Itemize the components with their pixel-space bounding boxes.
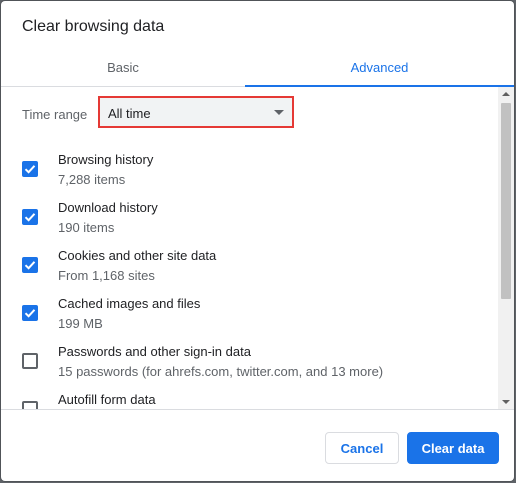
checkbox-checked-icon[interactable] xyxy=(22,161,38,177)
tab-advanced[interactable]: Advanced xyxy=(245,48,514,87)
option-subtitle: 199 MB xyxy=(58,316,103,331)
settings-list[interactable]: Time range All time Browsing history 7,2… xyxy=(1,87,498,409)
option-subtitle: 190 items xyxy=(58,220,115,235)
checkbox-checked-icon[interactable] xyxy=(22,305,38,321)
option-title: Passwords and other sign-in data xyxy=(58,344,251,359)
option-autofill[interactable]: Autofill form data xyxy=(1,392,498,409)
tab-bar: Basic Advanced xyxy=(1,48,514,87)
option-title: Cached images and files xyxy=(58,296,201,311)
scroll-down-arrow-icon[interactable] xyxy=(498,395,514,409)
option-download-history[interactable]: Download history 190 items xyxy=(1,200,498,248)
option-subtitle: 15 passwords (for ahrefs.com, twitter.co… xyxy=(58,364,384,379)
tab-basic[interactable]: Basic xyxy=(1,48,245,86)
option-subtitle: From 1,168 sites xyxy=(58,268,155,283)
dialog-title: Clear browsing data xyxy=(22,18,165,35)
option-title: Autofill form data xyxy=(58,392,156,407)
option-cookies[interactable]: Cookies and other site data From 1,168 s… xyxy=(1,248,498,296)
scrollbar-thumb[interactable] xyxy=(501,103,511,299)
dropdown-arrow-icon xyxy=(274,110,284,115)
clear-data-button[interactable]: Clear data xyxy=(407,432,499,464)
option-subtitle: 7,288 items xyxy=(58,172,126,187)
option-passwords[interactable]: Passwords and other sign-in data 15 pass… xyxy=(1,344,498,392)
option-browsing-history[interactable]: Browsing history 7,288 items xyxy=(1,152,498,200)
checkbox-checked-icon[interactable] xyxy=(22,257,38,273)
checkbox-unchecked-icon[interactable] xyxy=(22,353,38,369)
scroll-up-arrow-icon[interactable] xyxy=(498,87,514,101)
scrollbar[interactable] xyxy=(498,87,514,409)
time-range-select[interactable]: All time xyxy=(98,96,294,128)
checkbox-checked-icon[interactable] xyxy=(22,209,38,225)
clear-browsing-data-dialog: Clear browsing data Basic Advanced Time … xyxy=(1,1,514,481)
checkbox-unchecked-icon[interactable] xyxy=(22,401,38,409)
cancel-button[interactable]: Cancel xyxy=(325,432,399,464)
option-title: Cookies and other site data xyxy=(58,248,217,263)
option-title: Browsing history xyxy=(58,152,154,167)
time-range-value: All time xyxy=(108,106,151,121)
time-range-label: Time range xyxy=(22,107,88,122)
footer-divider xyxy=(1,409,514,410)
option-title: Download history xyxy=(58,200,158,215)
option-cached-images[interactable]: Cached images and files 199 MB xyxy=(1,296,498,344)
